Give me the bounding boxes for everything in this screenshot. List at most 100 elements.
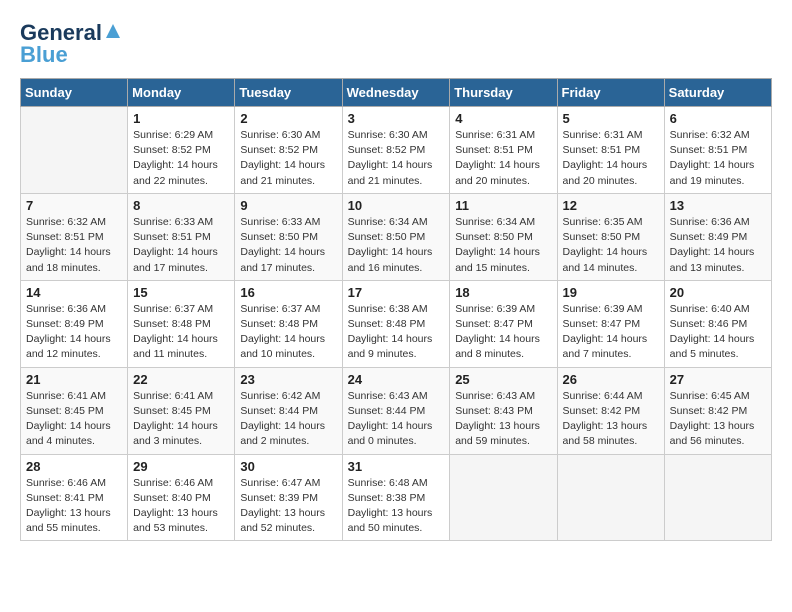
day-number: 24 bbox=[348, 372, 445, 387]
day-info: Sunrise: 6:35 AMSunset: 8:50 PMDaylight:… bbox=[563, 215, 659, 276]
calendar-cell: 27 Sunrise: 6:45 AMSunset: 8:42 PMDayligh… bbox=[664, 367, 771, 454]
day-info: Sunrise: 6:42 AMSunset: 8:44 PMDaylight:… bbox=[240, 389, 336, 450]
day-info: Sunrise: 6:37 AMSunset: 8:48 PMDaylight:… bbox=[240, 302, 336, 363]
day-number: 15 bbox=[133, 285, 229, 300]
day-number: 7 bbox=[26, 198, 122, 213]
day-info: Sunrise: 6:36 AMSunset: 8:49 PMDaylight:… bbox=[670, 215, 766, 276]
calendar-cell: 23 Sunrise: 6:42 AMSunset: 8:44 PMDayligh… bbox=[235, 367, 342, 454]
week-row-5: 28Sunrise: 6:46 AMSunset: 8:41 PMDayligh… bbox=[21, 454, 772, 541]
page-header: General Blue bbox=[20, 20, 772, 68]
header-friday: Friday bbox=[557, 79, 664, 107]
day-number: 22 bbox=[133, 372, 229, 387]
calendar-cell: 16 Sunrise: 6:37 AMSunset: 8:48 PMDayligh… bbox=[235, 280, 342, 367]
day-number: 16 bbox=[240, 285, 336, 300]
week-row-4: 21Sunrise: 6:41 AMSunset: 8:45 PMDayligh… bbox=[21, 367, 772, 454]
calendar-cell: 4 Sunrise: 6:31 AMSunset: 8:51 PMDaylight… bbox=[450, 107, 557, 194]
calendar-table: SundayMondayTuesdayWednesdayThursdayFrid… bbox=[20, 78, 772, 541]
calendar-cell: 8Sunrise: 6:33 AMSunset: 8:51 PMDaylight… bbox=[128, 193, 235, 280]
logo-text-blue: Blue bbox=[20, 42, 68, 68]
calendar-cell: 13 Sunrise: 6:36 AMSunset: 8:49 PMDayligh… bbox=[664, 193, 771, 280]
calendar-cell bbox=[664, 454, 771, 541]
day-number: 18 bbox=[455, 285, 551, 300]
calendar-cell: 22 Sunrise: 6:41 AMSunset: 8:45 PMDayligh… bbox=[128, 367, 235, 454]
day-number: 8 bbox=[133, 198, 229, 213]
day-number: 2 bbox=[240, 111, 336, 126]
calendar-cell bbox=[557, 454, 664, 541]
day-info: Sunrise: 6:29 AMSunset: 8:52 PMDaylight:… bbox=[133, 128, 229, 189]
day-number: 17 bbox=[348, 285, 445, 300]
day-info: Sunrise: 6:32 AMSunset: 8:51 PMDaylight:… bbox=[26, 215, 122, 276]
header-sunday: Sunday bbox=[21, 79, 128, 107]
day-info: Sunrise: 6:32 AMSunset: 8:51 PMDaylight:… bbox=[670, 128, 766, 189]
day-number: 30 bbox=[240, 459, 336, 474]
calendar-cell: 9Sunrise: 6:33 AMSunset: 8:50 PMDaylight… bbox=[235, 193, 342, 280]
day-number: 31 bbox=[348, 459, 445, 474]
day-number: 19 bbox=[563, 285, 659, 300]
day-info: Sunrise: 6:37 AMSunset: 8:48 PMDaylight:… bbox=[133, 302, 229, 363]
day-info: Sunrise: 6:30 AMSunset: 8:52 PMDaylight:… bbox=[348, 128, 445, 189]
calendar-cell: 6 Sunrise: 6:32 AMSunset: 8:51 PMDaylight… bbox=[664, 107, 771, 194]
day-number: 4 bbox=[455, 111, 551, 126]
logo: General Blue bbox=[20, 20, 122, 68]
day-info: Sunrise: 6:41 AMSunset: 8:45 PMDaylight:… bbox=[133, 389, 229, 450]
calendar-cell: 28Sunrise: 6:46 AMSunset: 8:41 PMDayligh… bbox=[21, 454, 128, 541]
day-info: Sunrise: 6:43 AMSunset: 8:44 PMDaylight:… bbox=[348, 389, 445, 450]
day-info: Sunrise: 6:31 AMSunset: 8:51 PMDaylight:… bbox=[563, 128, 659, 189]
calendar-cell: 17 Sunrise: 6:38 AMSunset: 8:48 PMDayligh… bbox=[342, 280, 450, 367]
calendar-cell: 5 Sunrise: 6:31 AMSunset: 8:51 PMDaylight… bbox=[557, 107, 664, 194]
day-number: 20 bbox=[670, 285, 766, 300]
day-info: Sunrise: 6:43 AMSunset: 8:43 PMDaylight:… bbox=[455, 389, 551, 450]
week-row-1: 1 Sunrise: 6:29 AMSunset: 8:52 PMDaylight… bbox=[21, 107, 772, 194]
week-row-2: 7 Sunrise: 6:32 AMSunset: 8:51 PMDaylight… bbox=[21, 193, 772, 280]
calendar-cell: 19 Sunrise: 6:39 AMSunset: 8:47 PMDayligh… bbox=[557, 280, 664, 367]
day-number: 26 bbox=[563, 372, 659, 387]
calendar-cell: 1 Sunrise: 6:29 AMSunset: 8:52 PMDaylight… bbox=[128, 107, 235, 194]
day-info: Sunrise: 6:41 AMSunset: 8:45 PMDaylight:… bbox=[26, 389, 122, 450]
calendar-cell bbox=[21, 107, 128, 194]
calendar-header-row: SundayMondayTuesdayWednesdayThursdayFrid… bbox=[21, 79, 772, 107]
day-number: 1 bbox=[133, 111, 229, 126]
day-info: Sunrise: 6:39 AMSunset: 8:47 PMDaylight:… bbox=[455, 302, 551, 363]
calendar-cell: 20 Sunrise: 6:40 AMSunset: 8:46 PMDayligh… bbox=[664, 280, 771, 367]
calendar-cell: 14 Sunrise: 6:36 AMSunset: 8:49 PMDayligh… bbox=[21, 280, 128, 367]
calendar-cell: 24 Sunrise: 6:43 AMSunset: 8:44 PMDayligh… bbox=[342, 367, 450, 454]
header-tuesday: Tuesday bbox=[235, 79, 342, 107]
calendar-cell: 25Sunrise: 6:43 AMSunset: 8:43 PMDayligh… bbox=[450, 367, 557, 454]
day-number: 29 bbox=[133, 459, 229, 474]
day-info: Sunrise: 6:44 AMSunset: 8:42 PMDaylight:… bbox=[563, 389, 659, 450]
calendar-cell: 31Sunrise: 6:48 AMSunset: 8:38 PMDayligh… bbox=[342, 454, 450, 541]
day-number: 9 bbox=[240, 198, 336, 213]
calendar-cell: 29 Sunrise: 6:46 AMSunset: 8:40 PMDayligh… bbox=[128, 454, 235, 541]
day-info: Sunrise: 6:47 AMSunset: 8:39 PMDaylight:… bbox=[240, 476, 336, 537]
day-number: 13 bbox=[670, 198, 766, 213]
day-info: Sunrise: 6:40 AMSunset: 8:46 PMDaylight:… bbox=[670, 302, 766, 363]
calendar-cell: 15 Sunrise: 6:37 AMSunset: 8:48 PMDayligh… bbox=[128, 280, 235, 367]
day-info: Sunrise: 6:45 AMSunset: 8:42 PMDaylight:… bbox=[670, 389, 766, 450]
day-info: Sunrise: 6:38 AMSunset: 8:48 PMDaylight:… bbox=[348, 302, 445, 363]
day-number: 3 bbox=[348, 111, 445, 126]
header-saturday: Saturday bbox=[664, 79, 771, 107]
day-info: Sunrise: 6:31 AMSunset: 8:51 PMDaylight:… bbox=[455, 128, 551, 189]
week-row-3: 14 Sunrise: 6:36 AMSunset: 8:49 PMDayligh… bbox=[21, 280, 772, 367]
calendar-cell: 12 Sunrise: 6:35 AMSunset: 8:50 PMDayligh… bbox=[557, 193, 664, 280]
logo-triangle-icon bbox=[104, 22, 122, 40]
calendar-cell: 2Sunrise: 6:30 AMSunset: 8:52 PMDaylight… bbox=[235, 107, 342, 194]
day-number: 23 bbox=[240, 372, 336, 387]
day-info: Sunrise: 6:46 AMSunset: 8:40 PMDaylight:… bbox=[133, 476, 229, 537]
day-number: 6 bbox=[670, 111, 766, 126]
day-number: 10 bbox=[348, 198, 445, 213]
day-number: 12 bbox=[563, 198, 659, 213]
day-info: Sunrise: 6:36 AMSunset: 8:49 PMDaylight:… bbox=[26, 302, 122, 363]
header-thursday: Thursday bbox=[450, 79, 557, 107]
day-number: 11 bbox=[455, 198, 551, 213]
day-info: Sunrise: 6:34 AMSunset: 8:50 PMDaylight:… bbox=[348, 215, 445, 276]
header-monday: Monday bbox=[128, 79, 235, 107]
calendar-cell: 3 Sunrise: 6:30 AMSunset: 8:52 PMDaylight… bbox=[342, 107, 450, 194]
day-number: 5 bbox=[563, 111, 659, 126]
day-info: Sunrise: 6:34 AMSunset: 8:50 PMDaylight:… bbox=[455, 215, 551, 276]
day-number: 27 bbox=[670, 372, 766, 387]
day-info: Sunrise: 6:46 AMSunset: 8:41 PMDaylight:… bbox=[26, 476, 122, 537]
day-number: 14 bbox=[26, 285, 122, 300]
calendar-cell: 18 Sunrise: 6:39 AMSunset: 8:47 PMDayligh… bbox=[450, 280, 557, 367]
day-info: Sunrise: 6:39 AMSunset: 8:47 PMDaylight:… bbox=[563, 302, 659, 363]
